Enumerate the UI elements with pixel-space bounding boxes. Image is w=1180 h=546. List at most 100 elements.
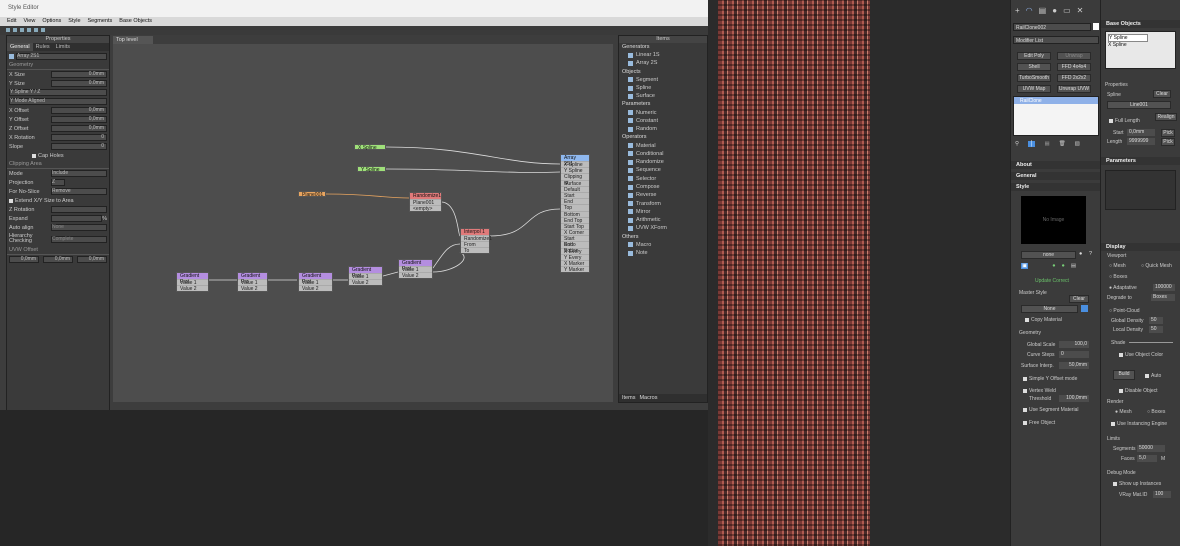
free-object-checkbox[interactable] xyxy=(1023,420,1027,425)
auto-align-select[interactable]: None xyxy=(51,224,107,231)
node-gradient-2[interactable]: Gradient ProValue 1Value 2 xyxy=(237,272,268,292)
node-plane[interactable]: Plane001 xyxy=(298,191,326,198)
node-port[interactable]: Value 2 xyxy=(299,285,332,292)
help-icon[interactable]: ? xyxy=(1089,251,1092,257)
tab-limits[interactable]: Limits xyxy=(53,43,73,51)
node-gradient-1[interactable]: Gradient ProtValue 1Value 2 xyxy=(176,272,209,292)
local-density-field[interactable]: 50 xyxy=(1149,326,1163,333)
zoom-icon[interactable] xyxy=(41,28,45,32)
length-field[interactable]: 9999999 xyxy=(1127,138,1155,145)
style-thumbnail[interactable]: No Image xyxy=(1021,196,1086,244)
uvw-offset-x[interactable]: 0,0mm xyxy=(9,256,39,263)
items-group-header[interactable]: Objects xyxy=(619,68,707,76)
item-numeric[interactable]: Numeric xyxy=(619,108,707,116)
menu-view[interactable]: View xyxy=(23,18,35,25)
menu-base-objects[interactable]: Base Objects xyxy=(119,18,152,25)
master-style-button[interactable]: None xyxy=(1021,305,1078,313)
item-uvw-xform[interactable]: UVW XForm xyxy=(619,224,707,232)
tab-macros[interactable]: Macros xyxy=(639,395,657,401)
build-button[interactable]: Build xyxy=(1113,370,1135,380)
turbosmooth-button[interactable]: TurboSmooth xyxy=(1017,74,1051,82)
global-scale-field[interactable]: 100,0 xyxy=(1059,341,1089,348)
node-port[interactable]: Value 2 xyxy=(177,285,208,292)
object-name-field[interactable]: Array 2S1 xyxy=(16,52,107,60)
items-group-header[interactable]: Operators xyxy=(619,133,707,141)
tab-items[interactable]: Items xyxy=(622,395,635,401)
adaptative-field[interactable]: 100000 xyxy=(1153,284,1175,291)
base-item-x-spline[interactable]: X Spline xyxy=(1108,42,1173,48)
shade-slider[interactable] xyxy=(1129,342,1173,343)
general-rollout[interactable]: General xyxy=(1011,172,1100,180)
items-group-header[interactable]: Generators xyxy=(619,43,707,51)
degrade-to-select[interactable]: Boxes xyxy=(1151,294,1175,301)
pin-icon[interactable]: ⚲ xyxy=(1015,141,1019,147)
node-canvas[interactable]: X Spline Y Spline Plane001 Randomize1 Pl… xyxy=(113,44,613,402)
item-randomize[interactable]: Randomize xyxy=(619,158,707,166)
master-style-icon[interactable] xyxy=(1081,305,1088,312)
global-density-field[interactable]: 50 xyxy=(1149,317,1163,324)
copy-icon[interactable] xyxy=(20,28,24,32)
paste-icon[interactable] xyxy=(27,28,31,32)
items-group-header[interactable]: Others xyxy=(619,233,707,241)
start-field[interactable]: 0,0mm xyxy=(1127,129,1155,136)
uvw-offset-z[interactable]: 0,0mm xyxy=(77,256,107,263)
info-icon[interactable]: ● xyxy=(1079,251,1082,257)
faces-field[interactable]: 5,0 xyxy=(1137,455,1157,462)
item-macro[interactable]: Macro xyxy=(619,241,707,249)
curve-steps-field[interactable]: 0 xyxy=(1059,351,1089,358)
edit-poly-button[interactable]: Edit Poly xyxy=(1017,52,1051,60)
item-sequence[interactable]: Sequence xyxy=(619,166,707,174)
configure-icon[interactable]: ▧ xyxy=(1075,141,1080,147)
x-offset-field[interactable]: 0,0mm xyxy=(51,107,107,114)
projection-select[interactable]: Z xyxy=(51,179,65,186)
realign-button[interactable]: Realign xyxy=(1155,113,1177,121)
node-interpolate[interactable]: Interpol 1 Randomize1 From To xyxy=(460,228,492,254)
menu-options[interactable]: Options xyxy=(42,18,61,25)
show-end-icon[interactable]: │ xyxy=(1028,141,1036,147)
item-linear-1s[interactable]: Linear 1S xyxy=(619,51,707,59)
redo-icon[interactable] xyxy=(13,28,17,32)
create-icon[interactable]: + xyxy=(1015,6,1020,15)
spline-clear-button[interactable]: Clear xyxy=(1153,90,1171,98)
breadcrumb[interactable]: Top level xyxy=(113,36,153,44)
item-note[interactable]: Note xyxy=(619,249,707,257)
copy-material-checkbox[interactable] xyxy=(1025,317,1029,322)
object-name-field[interactable]: RailClone002 xyxy=(1013,23,1091,31)
tab-rules[interactable]: Rules xyxy=(33,43,53,51)
z-rotation-field[interactable] xyxy=(51,206,107,213)
vertex-weld-checkbox[interactable] xyxy=(1023,388,1027,393)
start-pick-button[interactable]: Pick xyxy=(1161,129,1175,137)
expand-field[interactable] xyxy=(51,215,103,222)
mode-select[interactable]: Include xyxy=(51,170,107,177)
simple-y-offset-checkbox[interactable] xyxy=(1023,376,1027,381)
item-constant[interactable]: Constant xyxy=(619,117,707,125)
menu-edit[interactable]: Edit xyxy=(7,18,16,25)
node-port[interactable]: Randomize1 xyxy=(461,235,492,242)
z-offset-field[interactable]: 0,0mm xyxy=(51,125,107,132)
node-gradient-4[interactable]: Gradient ProtValue 1Value 2 xyxy=(348,266,383,286)
modifier-list-select[interactable]: Modifier List xyxy=(1013,36,1099,44)
tab-general[interactable]: General xyxy=(7,43,33,51)
item-conditional[interactable]: Conditional xyxy=(619,150,707,158)
node-randomize[interactable]: Randomize1 Plane001 <empty> xyxy=(409,192,442,212)
refresh-icon[interactable]: ● xyxy=(1052,263,1055,269)
use-instancing-checkbox[interactable] xyxy=(1111,421,1115,426)
style-rollout[interactable]: Style xyxy=(1011,183,1100,191)
surface-interp-field[interactable]: 50,0mm xyxy=(1059,362,1089,369)
node-port[interactable]: Value 2 xyxy=(399,272,432,279)
base-objects-rollout[interactable]: Base Objects xyxy=(1101,20,1180,28)
node-gradient-5[interactable]: Gradient ProtValue 1Value 2 xyxy=(398,259,433,279)
slope-field[interactable]: 0 xyxy=(51,143,107,150)
object-color-swatch[interactable] xyxy=(1093,23,1099,30)
disable-object-checkbox[interactable] xyxy=(1119,388,1123,393)
stack-item-railclone[interactable]: RailClone xyxy=(1014,97,1098,104)
segments-field[interactable]: 50000 xyxy=(1137,445,1165,452)
length-pick-button[interactable]: Pick xyxy=(1161,138,1175,146)
unwrap-button[interactable]: Unwrap xyxy=(1057,52,1091,60)
style-editor-icon[interactable]: ▣ xyxy=(1021,263,1029,269)
spline-pick-button[interactable]: Line001 xyxy=(1107,101,1171,109)
x-rotation-field[interactable]: 0 xyxy=(51,134,107,141)
display-rollout[interactable]: Display xyxy=(1101,243,1180,251)
menu-segments[interactable]: Segments xyxy=(88,18,113,25)
delete-icon[interactable] xyxy=(34,28,38,32)
